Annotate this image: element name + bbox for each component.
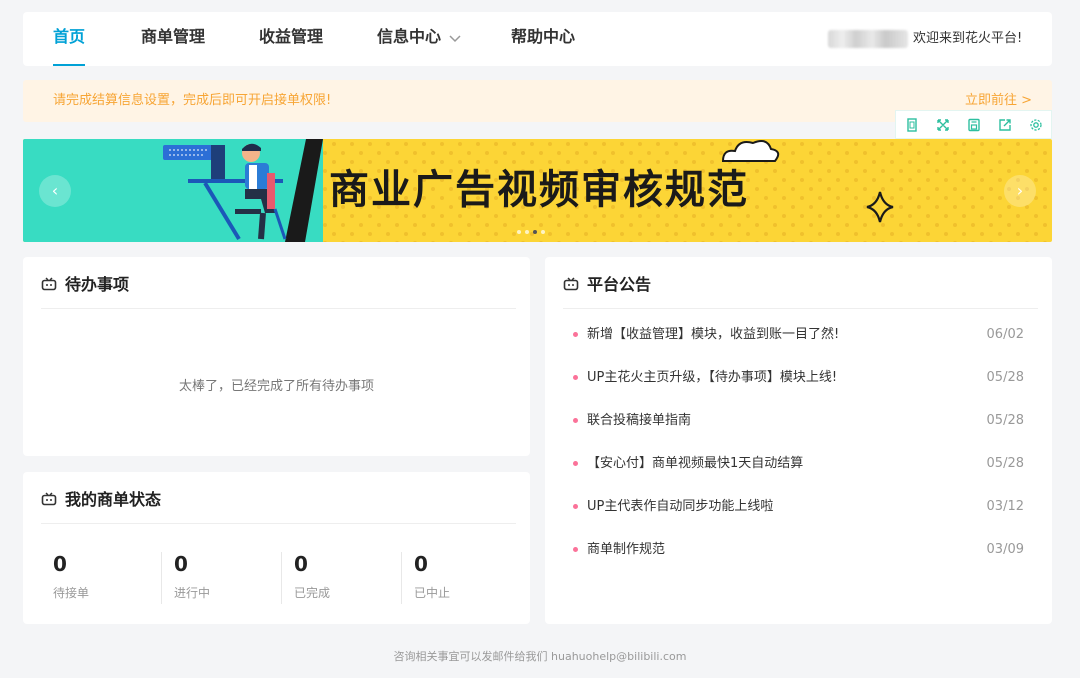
- carousel-indicators: [517, 230, 545, 234]
- tv-icon: [41, 491, 57, 505]
- announcement-date: 03/12: [986, 499, 1024, 514]
- stat-terminated-value: 0: [414, 552, 428, 576]
- todo-card-title: 待办事项: [65, 274, 130, 294]
- todo-card: 待办事项 太棒了，已经完成了所有待办事项: [23, 257, 530, 456]
- order-stats: 0 待接单 0 进行中 0 已完成 0 已中止: [41, 552, 521, 604]
- stat-pending-value: 0: [53, 552, 67, 576]
- announcement-date: 05/28: [986, 413, 1024, 428]
- announcements-card-title: 平台公告: [587, 274, 652, 294]
- todo-card-header: 待办事项: [41, 257, 516, 309]
- announcement-title: UP主代表作自动同步功能上线啦: [587, 499, 774, 514]
- bullet-dot-icon: [573, 461, 578, 466]
- todo-empty-message: 太棒了，已经完成了所有待办事项: [178, 379, 374, 394]
- stat-in-progress-value: 0: [174, 552, 188, 576]
- stat-completed[interactable]: 0 已完成: [281, 552, 401, 604]
- announcement-item[interactable]: UP主代表作自动同步功能上线啦 03/12: [573, 485, 1024, 528]
- nav-item-earnings-management[interactable]: 收益管理: [259, 12, 323, 66]
- stat-in-progress-label: 进行中: [174, 586, 211, 600]
- announcement-title: 商单制作规范: [587, 542, 666, 557]
- order-status-card: 我的商单状态 0 待接单 0 进行中 0 已完成 0 已中止: [23, 472, 530, 624]
- order-status-card-header: 我的商单状态: [41, 472, 516, 524]
- order-status-card-title: 我的商单状态: [65, 489, 162, 509]
- welcome-text: 欢迎来到花火平台!: [913, 31, 1023, 46]
- tv-icon: [41, 276, 57, 290]
- announcements-card-header: 平台公告: [563, 257, 1038, 309]
- crop-icon[interactable]: [902, 115, 922, 135]
- floating-toolbar: [895, 110, 1052, 139]
- footer-contact: 咨询相关事宜可以发邮件给我们 huahuohelp@bilibili.com: [393, 650, 687, 663]
- stat-completed-label: 已完成: [294, 586, 331, 600]
- username-blurred[interactable]: [828, 30, 908, 48]
- bullet-dot-icon: [573, 375, 578, 380]
- nav-item-message-center[interactable]: 信息中心: [377, 12, 461, 66]
- expand-icon[interactable]: [933, 115, 953, 135]
- announcement-item[interactable]: 【安心付】商单视频最快1天自动结算 05/28: [573, 442, 1024, 485]
- carousel-dot-active[interactable]: [533, 230, 537, 234]
- bullet-dot-icon: [573, 504, 578, 509]
- announcement-date: 03/09: [986, 542, 1024, 557]
- carousel-dot[interactable]: [517, 230, 521, 234]
- announcement-item[interactable]: UP主花火主页升级，【待办事项】模块上线! 05/28: [573, 356, 1024, 399]
- announcement-item[interactable]: 联合投稿接单指南 05/28: [573, 399, 1024, 442]
- banner-title: 商业广告视频审核规范: [329, 167, 749, 213]
- settings-icon[interactable]: [1026, 115, 1046, 135]
- banner-carousel[interactable]: 商业广告视频审核规范 ‹ ›: [23, 139, 1052, 242]
- stat-pending[interactable]: 0 待接单: [41, 552, 161, 604]
- stat-completed-value: 0: [294, 552, 308, 576]
- bullet-dot-icon: [573, 418, 578, 423]
- carousel-prev-button[interactable]: ‹: [39, 175, 71, 207]
- stat-terminated-label: 已中止: [414, 586, 451, 600]
- announcement-date: 06/02: [986, 327, 1024, 342]
- save-icon[interactable]: [964, 115, 984, 135]
- bullet-dot-icon: [573, 332, 578, 337]
- announcement-title: UP主花火主页升级，【待办事项】模块上线!: [587, 370, 838, 385]
- announcement-title: 新增【收益管理】模块，收益到账一目了然!: [587, 327, 840, 342]
- top-navigation: 首页 商单管理 收益管理 信息中心 帮助中心 欢迎来到花火平台!: [23, 12, 1052, 66]
- announcement-item[interactable]: 商单制作规范 03/09: [573, 528, 1024, 571]
- tv-icon: [563, 276, 579, 290]
- announcement-title: 【安心付】商单视频最快1天自动结算: [587, 456, 804, 471]
- share-icon[interactable]: [995, 115, 1015, 135]
- nav-item-home[interactable]: 首页: [53, 12, 86, 66]
- nav-item-order-management[interactable]: 商单管理: [141, 12, 205, 66]
- announcement-title: 联合投稿接单指南: [587, 413, 692, 428]
- stat-in-progress[interactable]: 0 进行中: [161, 552, 281, 604]
- nav-item-message-center-label: 信息中心: [377, 27, 442, 46]
- announcement-date: 05/28: [986, 370, 1024, 385]
- announcement-item[interactable]: 新增【收益管理】模块，收益到账一目了然! 06/02: [573, 313, 1024, 356]
- notice-text: 请完成结算信息设置，完成后即可开启接单权限!: [53, 93, 332, 108]
- carousel-dot[interactable]: [525, 230, 529, 234]
- bullet-dot-icon: [573, 547, 578, 552]
- stat-pending-label: 待接单: [53, 586, 90, 600]
- carousel-next-button[interactable]: ›: [1004, 175, 1036, 207]
- announcement-date: 05/28: [986, 456, 1024, 471]
- carousel-dot[interactable]: [541, 230, 545, 234]
- nav-item-help-center[interactable]: 帮助中心: [511, 12, 575, 66]
- stat-terminated[interactable]: 0 已中止: [401, 552, 521, 604]
- chevron-down-icon: [449, 13, 461, 63]
- go-now-link[interactable]: 立即前往 >: [965, 93, 1032, 109]
- announcements-card: 平台公告 新增【收益管理】模块，收益到账一目了然! 06/02 UP主花火主页升…: [545, 257, 1052, 624]
- announcement-list: 新增【收益管理】模块，收益到账一目了然! 06/02 UP主花火主页升级，【待办…: [573, 313, 1024, 571]
